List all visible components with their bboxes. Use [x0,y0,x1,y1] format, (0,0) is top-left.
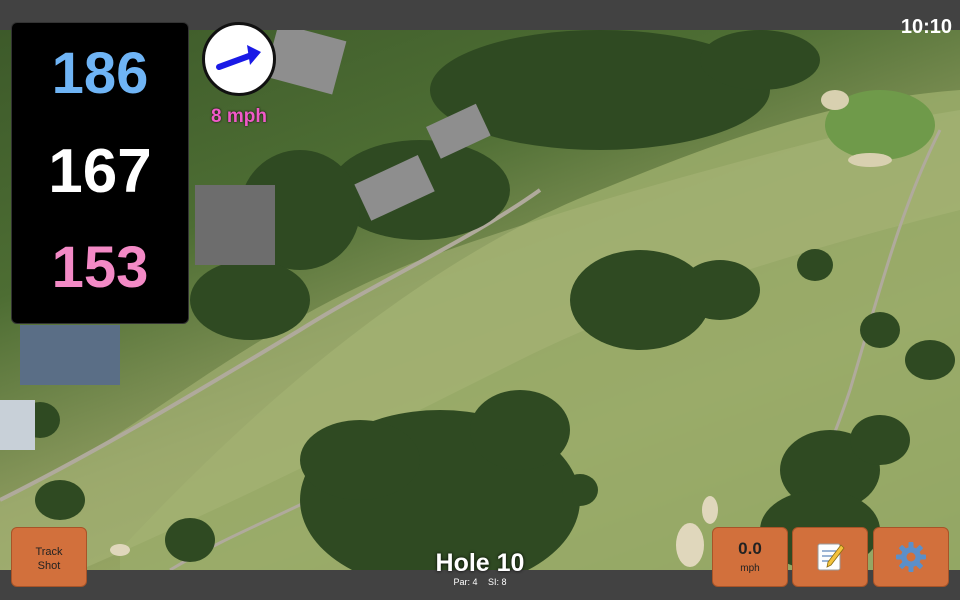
distance-front: 153 [51,235,149,300]
track-shot-button[interactable]: Track Shot [11,527,87,587]
wind-speed-label: 8 mph [211,106,267,127]
golf-gps-screen: 10:10 186 167 153 8 mph Track Shot Hole … [0,0,960,600]
track-shot-label-line1: Track [35,546,63,558]
hole-title: Hole 10 [435,549,525,577]
distance-back: 186 [51,41,149,106]
distance-panel: 186 167 153 [11,22,189,324]
speed-button[interactable]: 0.0 mph [712,527,788,587]
track-shot-label-line2: Shot [37,560,61,572]
hole-info: Par: 4 SI: 8 [380,577,580,587]
gear-icon [896,542,926,572]
hole-par: Par: 4 [453,577,478,587]
notes-button[interactable] [792,527,868,587]
notepad-icon [817,543,845,571]
speed-value: 0.0 [738,539,762,558]
arrow-icon [216,45,261,70]
settings-button[interactable] [873,527,949,587]
distance-middle: 167 [48,137,152,206]
hole-stroke-index: SI: 8 [488,577,507,587]
speed-unit: mph [740,563,760,574]
wind-indicator [202,22,276,96]
status-clock: 10:10 [900,16,952,38]
